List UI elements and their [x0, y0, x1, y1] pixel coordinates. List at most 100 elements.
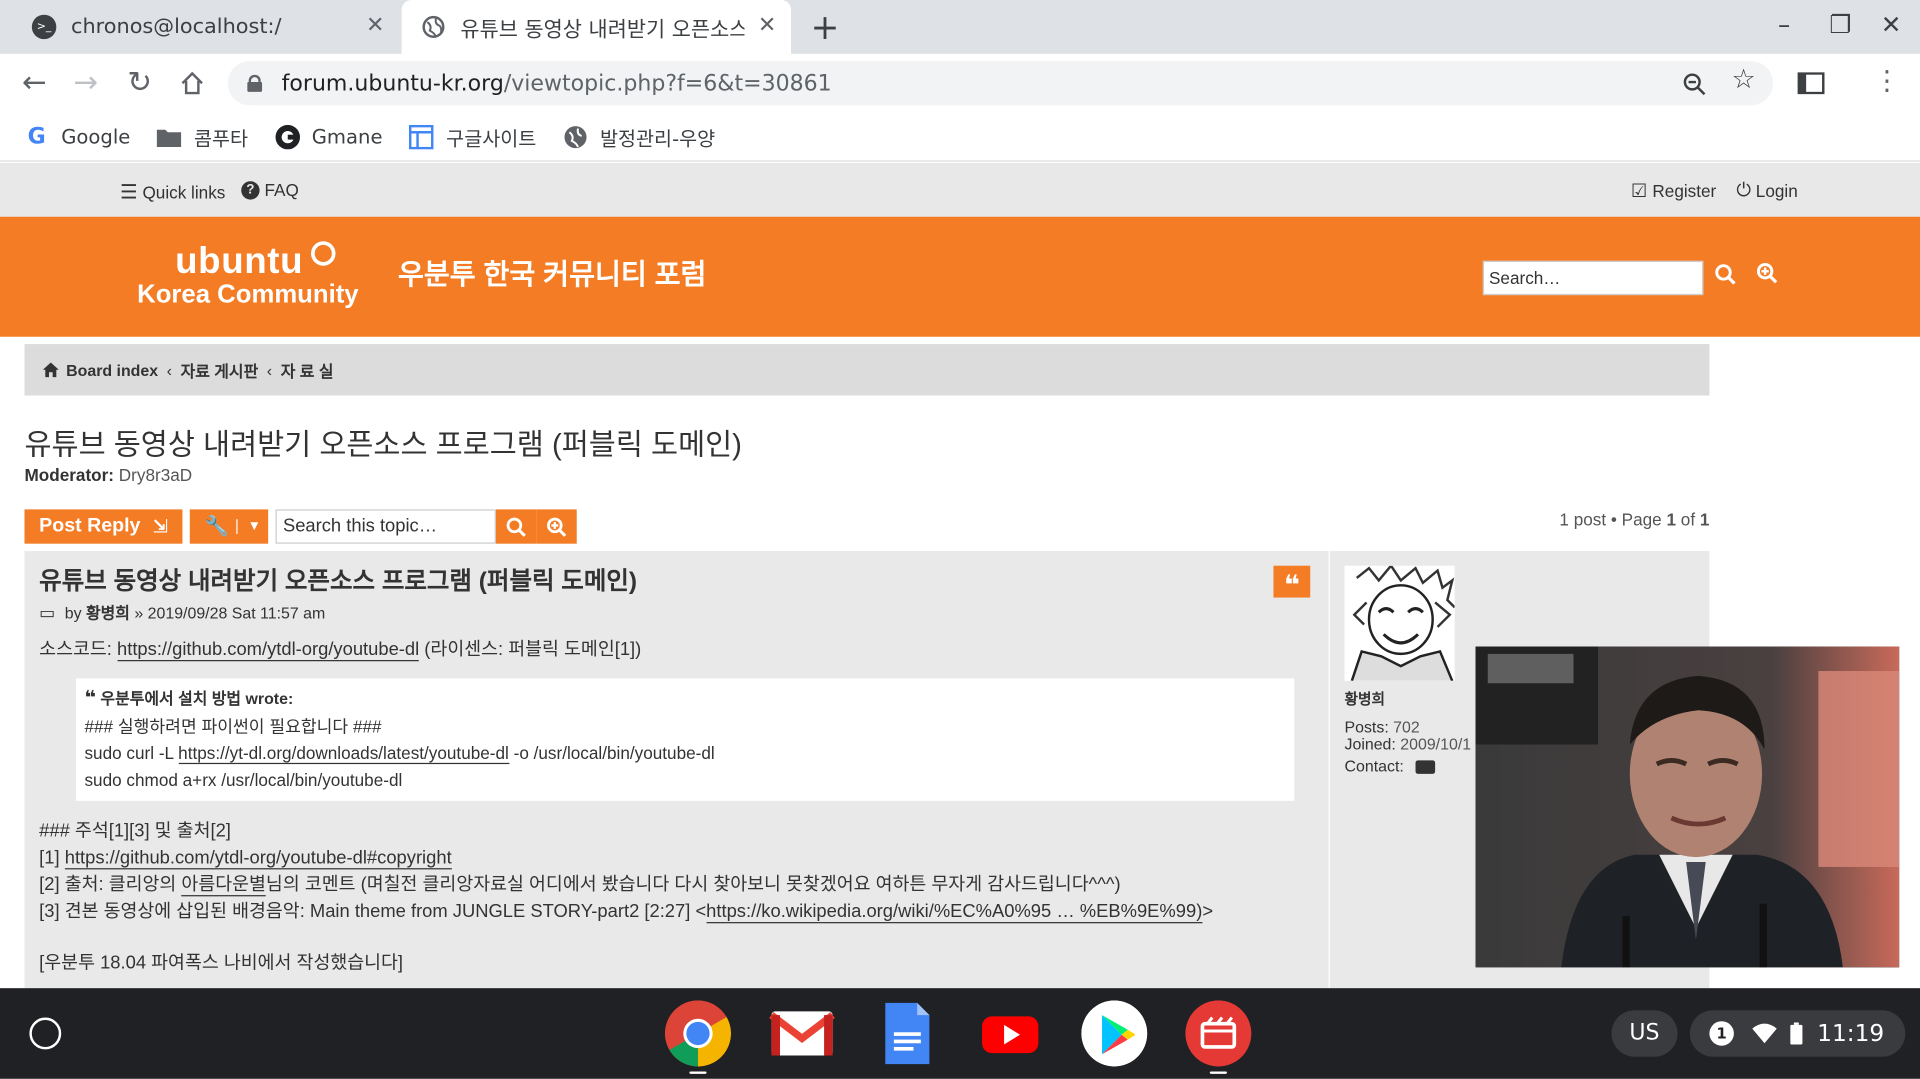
breadcrumb-forum[interactable]: 자 료 실 [281, 358, 334, 381]
tab-title: 유튜브 동영상 내려받기 오픈소스 [460, 17, 745, 43]
lock-icon [247, 74, 263, 92]
post-icon: ▭ [39, 602, 56, 623]
minimize-icon[interactable]: – [1778, 10, 1790, 39]
close-icon[interactable]: ✕ [758, 12, 776, 38]
browser-toolbar: ← → ↻ forum.ubuntu-kr.org/viewtopic.php?… [0, 53, 1920, 113]
input-method-indicator[interactable]: US [1611, 1010, 1678, 1057]
forward-icon[interactable]: → [73, 66, 98, 98]
logo-korea-community[interactable]: Korea Community [137, 280, 358, 309]
reload-icon[interactable]: ↻ [127, 66, 152, 98]
tab-forum[interactable]: 유튜브 동영상 내려받기 오픈소스 ✕ [401, 0, 792, 54]
faq-link[interactable]: ? FAQ [241, 180, 299, 200]
license-text: (라이센스: 퍼블릭 도메인[1]) [424, 639, 642, 661]
moderator-label: Moderator: [24, 465, 115, 485]
zoom-icon[interactable] [1682, 72, 1706, 96]
breadcrumb-separator: ‹ [266, 360, 273, 379]
docs-icon[interactable] [873, 1000, 939, 1066]
video-overlay[interactable] [1475, 646, 1900, 968]
url-path: /viewtopic.php?f=6&t=30861 [503, 70, 832, 97]
search-icon[interactable] [1714, 263, 1736, 285]
avatar[interactable] [1344, 565, 1455, 681]
header-search-input[interactable]: Search… [1482, 260, 1704, 296]
restore-icon[interactable]: ❐ [1829, 10, 1851, 39]
topic-advanced-search-button[interactable] [536, 509, 577, 544]
advanced-search-icon[interactable] [1756, 262, 1778, 284]
cast-icon[interactable] [1797, 72, 1825, 95]
url-host: forum.ubuntu-kr.org [281, 70, 504, 97]
post-reply-button[interactable]: Post Reply ⇲ [24, 509, 183, 544]
quick-links-link[interactable]: ☰ Quick links [120, 180, 225, 204]
post-count: 1 post [1559, 509, 1607, 529]
quote-block: ❝ 우분투에서 설치 방법 wrote: ### 실행하려면 파이썬이 필요합니… [75, 678, 1295, 801]
bookmark-breeding[interactable]: 발정관리-우양 [563, 122, 715, 151]
notification-badge[interactable]: 1 [1709, 1021, 1734, 1046]
profile-contact: Contact: [1345, 757, 1436, 775]
quote-button[interactable]: ❝ [1273, 565, 1311, 600]
tab-title: chronos@localhost:/ [71, 14, 282, 40]
launcher-button[interactable] [29, 1017, 62, 1050]
status-tray[interactable]: 1 11:19 [1689, 1010, 1906, 1057]
reply-arrow-icon: ⇲ [152, 516, 169, 538]
post-by: by [64, 603, 82, 623]
tab-terminal[interactable]: >_ chronos@localhost:/ ✕ [0, 0, 399, 54]
posts-count[interactable]: 702 [1393, 718, 1420, 736]
chat-icon[interactable] [1415, 760, 1436, 774]
chrome-icon[interactable] [664, 1000, 732, 1067]
address-bar[interactable]: forum.ubuntu-kr.org/viewtopic.php?f=6&t=… [227, 61, 1774, 106]
screen-recorder-icon[interactable] [1185, 1000, 1252, 1067]
quote-line: sudo curl -L https://yt-dl.org/downloads… [84, 740, 1285, 767]
menu-icon[interactable]: ⋮ [1873, 66, 1900, 98]
bookmarks-bar: G Google 콤푸타 Gmane 구글사이트 발정관리-우양 [0, 112, 1920, 162]
gmail-icon[interactable] [769, 1000, 835, 1066]
bookmark-google-sites[interactable]: 구글사이트 [409, 122, 536, 151]
current-page: 1 [1666, 509, 1677, 529]
ytdl-download-link[interactable]: https://yt-dl.org/downloads/latest/youtu… [178, 743, 509, 765]
faq-label: FAQ [264, 180, 299, 200]
gmane-icon [275, 124, 300, 149]
moderator-link[interactable]: Dry8r3aD [119, 465, 192, 485]
bookmark-label: 발정관리-우양 [599, 126, 716, 151]
topic-search-input[interactable]: Search this topic… [275, 509, 497, 544]
joined-label: Joined: [1344, 734, 1396, 754]
login-link[interactable]: ⏻ Login [1736, 180, 1797, 201]
page-of: of [1680, 509, 1696, 529]
logo-ubuntu[interactable]: ubuntu [175, 241, 303, 283]
bookmark-folder[interactable]: 콤푸타 [157, 122, 248, 151]
note-text: [3] 견본 동영상에 삽입된 배경음악: Main theme from JU… [39, 901, 707, 923]
register-link[interactable]: ☑ Register [1631, 180, 1716, 202]
post-author-link[interactable]: 황병희 [86, 604, 130, 622]
page-label: Page [1621, 509, 1662, 529]
play-store-icon[interactable] [1081, 1000, 1148, 1067]
tab-strip: >_ chronos@localhost:/ ✕ 유튜브 동영상 내려받기 오픈… [0, 0, 1920, 54]
site-title: 우분투 한국 커뮤니티 포럼 [397, 258, 707, 291]
profile-username[interactable]: 황병희 [1345, 688, 1386, 709]
wikipedia-link[interactable]: https://ko.wikipedia.org/wiki/%EC%A0%95 … [706, 901, 1202, 924]
post-title[interactable]: 유튜브 동영상 내려받기 오픈소스 프로그램 (퍼블릭 도메인) [39, 561, 637, 597]
star-icon[interactable]: ☆ [1731, 65, 1755, 96]
bookmark-google[interactable]: G Google [24, 124, 131, 150]
back-icon[interactable]: ← [22, 66, 47, 98]
globe-icon [564, 125, 587, 148]
bookmark-gmane[interactable]: Gmane [275, 124, 383, 149]
search-icon [506, 517, 526, 537]
close-icon[interactable]: ✕ [366, 12, 384, 38]
window-close-icon[interactable]: ✕ [1881, 10, 1902, 39]
breadcrumb-board[interactable]: 자료 게시판 [181, 358, 259, 381]
topic-search-button[interactable] [496, 509, 537, 544]
video-frame [1475, 646, 1900, 968]
clien-user-link[interactable]: 아름다운별 [181, 874, 266, 897]
profile-posts: Posts: 702 [1345, 718, 1420, 736]
copyright-link[interactable]: https://github.com/ytdl-org/youtube-dl#c… [64, 847, 452, 870]
note-3: [3] 견본 동영상에 삽입된 배경음악: Main theme from JU… [39, 899, 1312, 926]
youtube-icon[interactable] [977, 1000, 1043, 1066]
post-profile: 황병희 Posts: 702 Joined: 2009/10/1 Contact… [1328, 551, 1476, 989]
topic-tools-button[interactable]: 🔧 ▼ [190, 509, 269, 544]
topic-title[interactable]: 유튜브 동영상 내려받기 오픈소스 프로그램 (퍼블릭 도메인) [24, 420, 741, 463]
source-link[interactable]: https://github.com/ytdl-org/youtube-dl [116, 639, 420, 662]
breadcrumb-board-index[interactable]: Board index [66, 361, 158, 379]
register-icon: ☑ [1631, 181, 1648, 203]
note-text: 님의 코멘트 (며칠전 클리앙자료실 어디에서 봤습니다 다시 찾아보니 못찾겠… [265, 874, 1121, 896]
home-icon[interactable] [179, 70, 206, 97]
note-text: [1] [39, 847, 60, 869]
new-tab-button[interactable]: + [811, 7, 840, 47]
